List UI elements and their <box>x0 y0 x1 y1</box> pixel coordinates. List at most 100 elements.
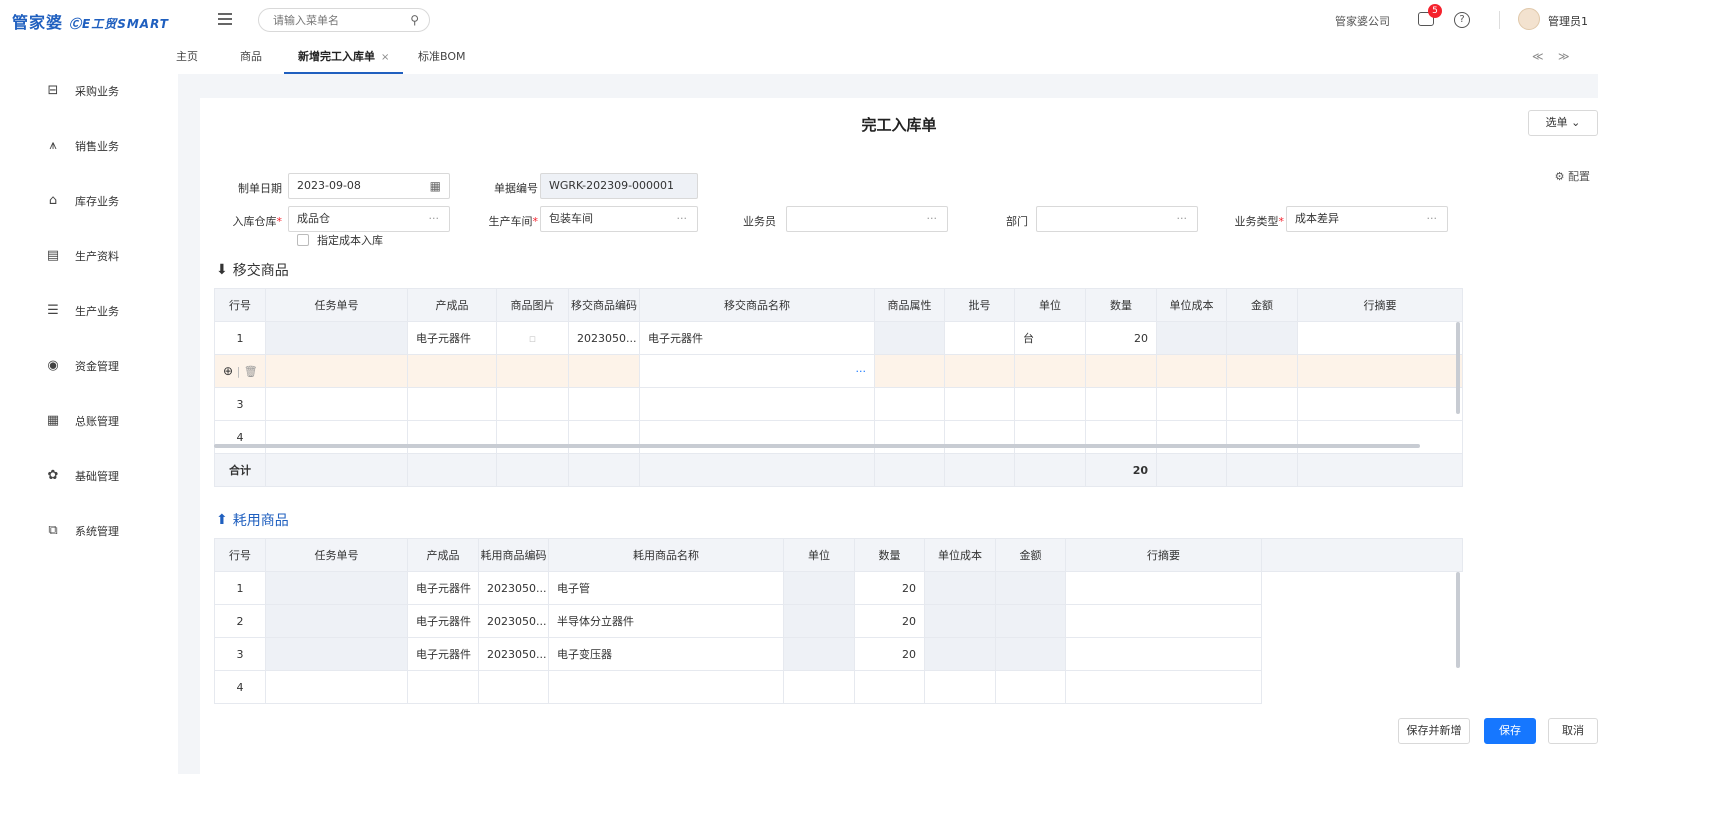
tab-next-icon[interactable]: ≫ <box>1558 50 1570 63</box>
column-header[interactable]: 任务单号 <box>265 538 408 572</box>
name-cell[interactable] <box>639 387 875 421</box>
column-header[interactable]: 耗用商品名称 <box>548 538 784 572</box>
unit-cell[interactable] <box>783 637 855 671</box>
column-header[interactable]: 数量 <box>1085 288 1157 322</box>
column-header[interactable]: 数量 <box>854 538 925 572</box>
column-header[interactable]: 行号 <box>214 288 266 322</box>
memo-cell[interactable] <box>1065 604 1262 638</box>
sidebar-item-system[interactable]: ⧉ 系统管理 <box>45 519 119 543</box>
cost-cell[interactable] <box>924 670 996 704</box>
column-header[interactable]: 单位成本 <box>924 538 996 572</box>
column-header[interactable]: 单位 <box>783 538 855 572</box>
cost-checkbox-row[interactable]: 指定成本入库 <box>297 232 383 248</box>
column-header[interactable]: 单位成本 <box>1156 288 1227 322</box>
code-cell[interactable]: 2023050... <box>478 604 549 638</box>
image-cell[interactable] <box>496 354 569 388</box>
add-row-icon[interactable]: ⊕ <box>223 364 233 378</box>
image-cell[interactable] <box>496 387 569 421</box>
amount-cell[interactable] <box>995 604 1066 638</box>
column-header[interactable]: 任务单号 <box>265 288 408 322</box>
help-icon[interactable]: ? <box>1454 12 1470 28</box>
memo-cell[interactable] <box>1297 420 1463 454</box>
column-header[interactable]: 产成品 <box>407 538 479 572</box>
unit-cell[interactable] <box>1014 387 1086 421</box>
image-cell[interactable]: ▫ <box>496 321 569 355</box>
table-row-active[interactable]: ⊕ | 🗑 ··· <box>214 354 1463 388</box>
image-cell[interactable] <box>496 420 569 454</box>
attr-cell[interactable] <box>874 354 945 388</box>
tab-prev-icon[interactable]: ≪ <box>1532 50 1544 63</box>
workshop-field[interactable]: 包装车间 ··· <box>540 206 698 232</box>
task-cell[interactable] <box>265 354 408 388</box>
product-cell[interactable] <box>407 670 479 704</box>
cost-cell[interactable] <box>924 571 996 605</box>
sidebar-item-purchase[interactable]: ⊟ 采购业务 <box>45 79 119 103</box>
code-cell[interactable] <box>568 387 640 421</box>
attr-cell[interactable] <box>874 387 945 421</box>
qty-cell[interactable] <box>1085 387 1157 421</box>
product-cell[interactable] <box>407 420 497 454</box>
unit-cell[interactable] <box>783 571 855 605</box>
table-row[interactable]: 1 电子元器件 2023050... 电子管 20 <box>214 571 1463 605</box>
menu-toggle-icon[interactable] <box>218 13 232 25</box>
calendar-icon[interactable]: ▦ <box>430 174 441 198</box>
menu-search-input[interactable] <box>259 9 399 31</box>
name-cell[interactable]: ··· <box>639 354 875 388</box>
qty-cell[interactable]: 20 <box>854 637 925 671</box>
column-header[interactable]: 移交商品编码 <box>568 288 640 322</box>
amount-cell[interactable] <box>1226 321 1298 355</box>
task-cell[interactable] <box>265 420 408 454</box>
warehouse-field[interactable]: 成品仓 ··· <box>288 206 450 232</box>
table-row[interactable]: 4 <box>214 670 1463 704</box>
biztype-field[interactable]: 成本差异 ··· <box>1286 206 1448 232</box>
more-icon[interactable]: ··· <box>429 207 440 231</box>
qty-cell[interactable] <box>1085 420 1157 454</box>
cost-cell[interactable] <box>924 637 996 671</box>
cost-cell[interactable] <box>1156 387 1227 421</box>
more-icon[interactable]: ··· <box>856 365 867 378</box>
tab-new-completion-receipt[interactable]: 新增完工入库单 × <box>284 40 404 74</box>
cost-checkbox[interactable] <box>297 234 309 246</box>
task-cell[interactable] <box>265 604 408 638</box>
qty-cell[interactable] <box>1085 354 1157 388</box>
qty-cell[interactable]: 20 <box>854 604 925 638</box>
name-cell[interactable]: 电子元器件 <box>639 321 875 355</box>
more-icon[interactable]: ··· <box>1177 207 1188 231</box>
tab-standard-bom[interactable]: 标准BOM <box>404 40 480 74</box>
attr-cell[interactable] <box>874 321 945 355</box>
memo-cell[interactable] <box>1065 670 1262 704</box>
table-row[interactable]: 1 电子元器件 ▫ 2023050... 电子元器件 台 20 <box>214 321 1463 355</box>
memo-cell[interactable] <box>1297 321 1463 355</box>
amount-cell[interactable] <box>1226 420 1298 454</box>
unit-cell[interactable] <box>1014 354 1086 388</box>
unit-cell[interactable] <box>1014 420 1086 454</box>
vertical-scrollbar[interactable] <box>1456 572 1460 668</box>
amount-cell[interactable] <box>995 637 1066 671</box>
select-order-button[interactable]: 选单 ⌄ <box>1528 110 1598 136</box>
product-cell[interactable]: 电子元器件 <box>407 321 497 355</box>
unit-cell[interactable] <box>783 670 855 704</box>
batch-cell[interactable] <box>944 354 1015 388</box>
amount-cell[interactable] <box>1226 387 1298 421</box>
amount-cell[interactable] <box>1226 354 1298 388</box>
column-header[interactable]: 批号 <box>944 288 1015 322</box>
column-header[interactable]: 行号 <box>214 538 266 572</box>
batch-cell[interactable] <box>944 387 1015 421</box>
code-cell[interactable]: 2023050... <box>478 571 549 605</box>
sidebar-item-sales[interactable]: ⩚ 销售业务 <box>45 134 119 158</box>
date-field[interactable]: 2023-09-08 ▦ <box>288 173 450 199</box>
sidebar-item-production-data[interactable]: ▤ 生产资料 <box>45 244 119 268</box>
column-header[interactable]: 行摘要 <box>1297 288 1463 322</box>
task-cell[interactable] <box>265 637 408 671</box>
column-header[interactable]: 行摘要 <box>1065 538 1262 572</box>
batch-cell[interactable] <box>944 321 1015 355</box>
amount-cell[interactable] <box>995 670 1066 704</box>
sidebar-item-ledger[interactable]: ▦ 总账管理 <box>45 409 119 433</box>
memo-cell[interactable] <box>1065 637 1262 671</box>
amount-cell[interactable] <box>995 571 1066 605</box>
vertical-scrollbar[interactable] <box>1456 322 1460 414</box>
user-name[interactable]: 管理员1 <box>1548 13 1588 29</box>
memo-cell[interactable] <box>1065 571 1262 605</box>
product-cell[interactable]: 电子元器件 <box>407 604 479 638</box>
table-row[interactable]: 2 电子元器件 2023050... 半导体分立器件 20 <box>214 604 1463 638</box>
